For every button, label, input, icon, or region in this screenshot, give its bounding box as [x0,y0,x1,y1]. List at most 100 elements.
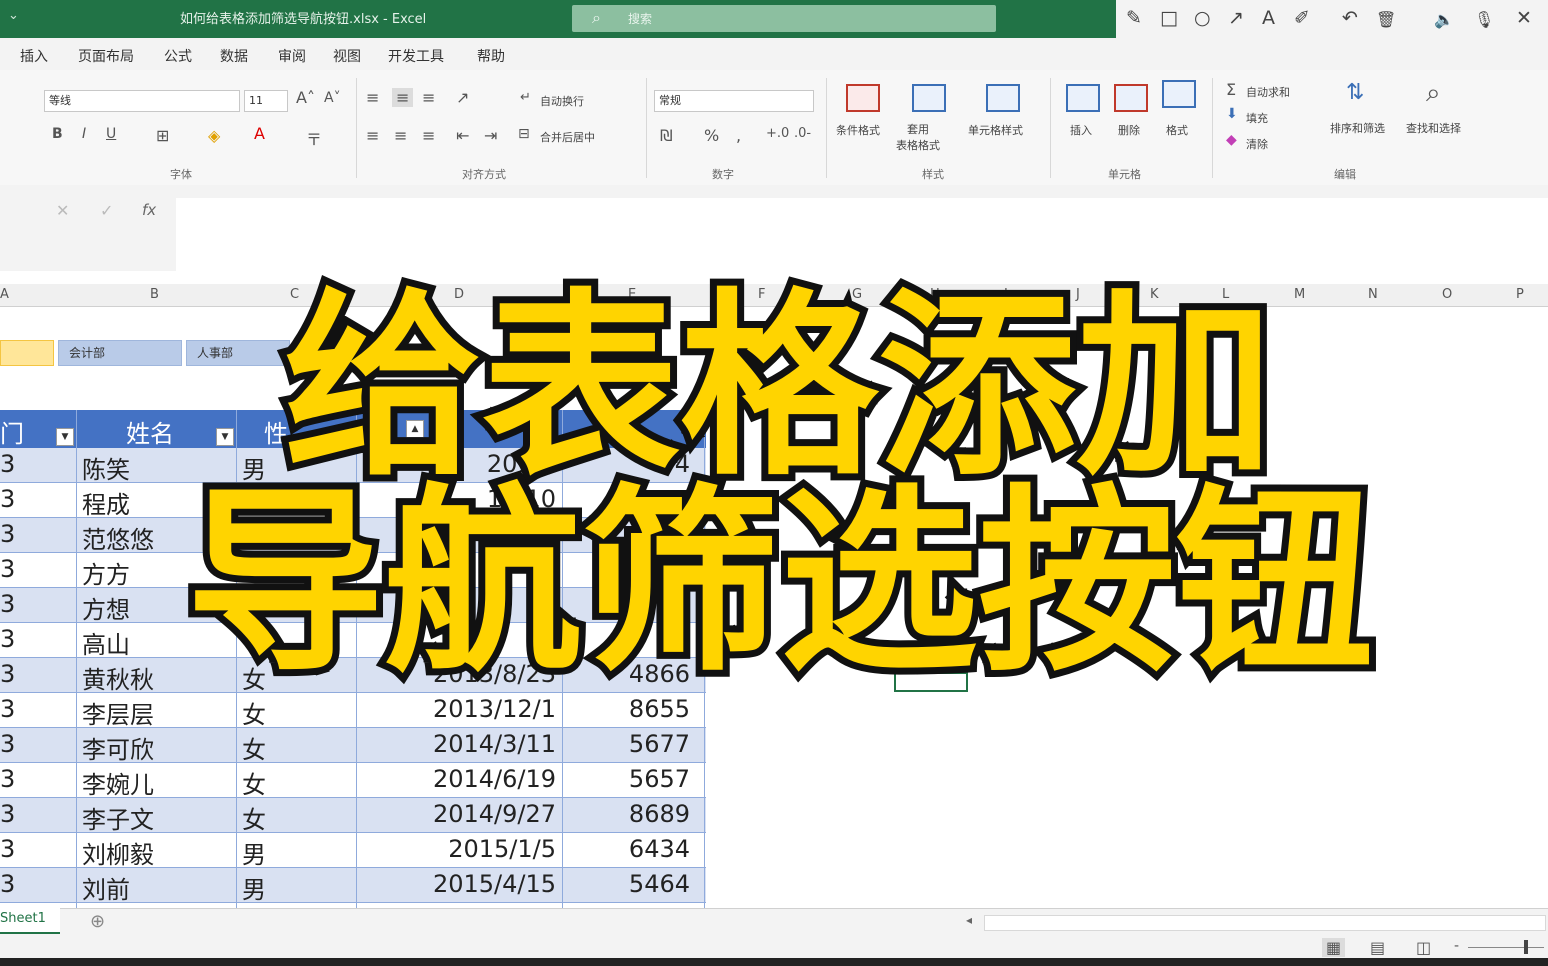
cell-name[interactable]: 李可欣 [82,730,154,765]
cell-dept[interactable]: 3 [0,660,15,688]
cell-dept[interactable]: 3 [0,485,15,513]
clear-button[interactable]: 清除 [1246,136,1268,152]
insert-function-icon[interactable]: fx [142,201,156,219]
cell-date[interactable]: 2014/9/27 [433,800,556,828]
zoom-slider[interactable] [1468,947,1544,948]
cell-gender[interactable]: 女 [242,800,266,835]
cell-name[interactable]: 黄秋秋 [82,660,154,695]
zoom-slider-thumb[interactable] [1524,940,1528,954]
cell-dept[interactable]: 3 [0,520,15,548]
formula-input[interactable] [176,198,1548,272]
normal-view-icon[interactable]: ▦ [1322,938,1346,957]
column-header[interactable]: A [0,287,9,302]
column-header[interactable]: P [1516,287,1524,302]
slicer-button-accounting[interactable]: 会计部 [58,340,182,366]
decrease-indent-icon[interactable]: ⇤ [456,126,469,145]
cell-gender[interactable]: 女 [242,730,266,765]
horizontal-scrollbar[interactable] [984,915,1546,931]
text-icon[interactable]: A [1262,7,1275,29]
bold-icon[interactable]: B [52,126,63,142]
cell-date[interactable]: 2014/3/11 [433,730,556,758]
slicer-button-hr[interactable]: 人事部 [186,340,290,366]
filter-dropdown-icon[interactable]: ▼ [216,428,234,446]
tab-insert[interactable]: 插入 [20,46,48,66]
cell-name[interactable]: 范悠悠 [82,520,154,555]
highlighter-icon[interactable]: ✐ [1294,7,1310,29]
insert-cells-button[interactable]: 插入 [1070,122,1092,138]
fill-button[interactable]: 填充 [1246,110,1268,126]
slicer-button-selected[interactable] [0,340,54,366]
cell-name[interactable]: 高山 [82,625,130,660]
fill-icon[interactable]: ⬇ [1226,106,1238,122]
font-color-icon[interactable]: A [254,124,265,143]
cell-name[interactable]: 李子文 [82,800,154,835]
cell-salary[interactable]: 8689 [629,800,690,828]
merge-center-button[interactable]: 合并后居中 [540,129,595,145]
format-as-table-icon[interactable] [912,84,946,112]
cell-dept[interactable]: 3 [0,590,15,618]
find-select-button[interactable]: 查找和选择 [1406,120,1461,136]
cell-styles-icon[interactable] [986,84,1020,112]
sheet-tab-sheet1[interactable]: Sheet1 [0,908,60,934]
decrease-decimal-icon[interactable]: .0- [794,126,811,141]
tab-page-layout[interactable]: 页面布局 [78,46,134,66]
cell-date[interactable]: 2013/12/1 [433,695,556,723]
phonetic-icon[interactable]: 〒 [306,126,322,150]
tab-formulas[interactable]: 公式 [164,46,192,66]
filter-dropdown-icon[interactable]: ▼ [56,428,74,446]
conditional-format-button[interactable]: 条件格式 [836,122,880,138]
conditional-format-icon[interactable] [846,84,880,112]
cell-name[interactable]: 李层层 [82,695,154,730]
underline-icon[interactable]: U [106,126,116,142]
speaker-icon[interactable]: 🔈 [1434,10,1454,29]
rectangle-icon[interactable]: □ [1160,7,1178,29]
cell-name[interactable]: 李婉儿 [82,765,154,800]
cell-gender[interactable]: 女 [242,765,266,800]
align-left-icon[interactable]: ≡ [366,126,379,145]
cell-dept[interactable]: 3 [0,695,15,723]
cell-name[interactable]: 程成 [82,485,130,520]
cell-salary[interactable]: 8655 [629,695,690,723]
percent-icon[interactable]: % [704,126,719,145]
cell-name[interactable]: 方想 [82,590,130,625]
wrap-text-icon[interactable]: ↵ [520,90,531,105]
undo-icon[interactable]: ↶ [1342,7,1358,29]
circle-icon[interactable]: ○ [1194,7,1211,29]
cell-dept[interactable]: 3 [0,835,15,863]
trash-icon[interactable]: 🗑 [1376,10,1396,29]
borders-icon[interactable]: ⊞ [156,126,169,145]
cell-dept[interactable]: 3 [0,765,15,793]
decrease-font-icon[interactable]: A˅ [324,90,341,106]
cell-salary[interactable]: 5657 [629,765,690,793]
cell-gender[interactable]: 男 [242,835,266,870]
cell-salary[interactable]: 6434 [629,835,690,863]
orientation-icon[interactable]: ↗ [456,88,469,107]
cancel-icon[interactable]: ✕ [56,201,69,220]
close-icon[interactable]: ✕ [1516,7,1532,29]
insert-cells-icon[interactable] [1066,84,1100,112]
cell-salary[interactable]: 5677 [629,730,690,758]
tab-review[interactable]: 审阅 [278,46,306,66]
align-top-icon[interactable]: ≡ [366,88,379,107]
sort-filter-button[interactable]: 排序和筛选 [1330,120,1385,136]
cell-name[interactable]: 陈笑 [82,450,130,485]
cell-date[interactable]: 2015/1/5 [448,835,556,863]
sort-filter-icon[interactable]: ⇅ [1346,80,1364,105]
find-icon[interactable]: ⌕ [1426,78,1441,109]
merge-center-icon[interactable]: ⊟ [518,126,530,142]
delete-cells-icon[interactable] [1114,84,1148,112]
format-cells-icon[interactable] [1162,80,1196,108]
autosum-icon[interactable]: Σ [1226,80,1236,99]
cell-dept[interactable]: 3 [0,450,15,478]
comma-icon[interactable]: , [736,126,741,145]
align-bottom-icon[interactable]: ≡ [422,88,435,107]
search-box[interactable]: ⌕ 搜索 [572,5,996,32]
format-cells-button[interactable]: 格式 [1166,122,1188,138]
increase-decimal-icon[interactable]: +.0 [766,126,789,141]
page-break-view-icon[interactable]: ◫ [1416,938,1431,957]
enter-icon[interactable]: ✓ [100,201,113,220]
cell-dept[interactable]: 3 [0,555,15,583]
font-size-box[interactable]: 11 [244,90,288,112]
align-middle-icon[interactable]: ≡ [392,88,414,107]
column-header[interactable]: N [1368,287,1378,302]
